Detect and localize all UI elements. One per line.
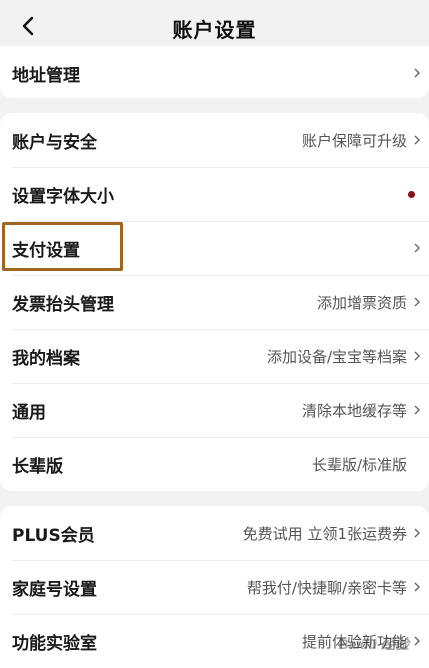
row-value: 长辈版/标准版: [311, 455, 407, 474]
row-font-size[interactable]: 设置字体大小: [0, 167, 429, 221]
row-label: PLUS会员: [12, 525, 95, 546]
row-label: 我的档案: [12, 348, 80, 369]
row-label: 通用: [12, 402, 46, 423]
row-label: 发票抬头管理: [12, 294, 114, 315]
settings-group-main: 账户与安全 账户保障可升级 设置字体大小 支付设置 发票抬头管理 添加增票资质: [0, 113, 429, 491]
row-my-profile[interactable]: 我的档案 添加设备/宝宝等档案: [0, 329, 429, 383]
row-invoice-title[interactable]: 发票抬头管理 添加增票资质: [0, 275, 429, 329]
chevron-right-icon: [413, 242, 421, 254]
settings-group-extra: PLUS会员 免费试用 立领1张运费券 家庭号设置 帮我付/快捷聊/亲密卡等 功…: [0, 506, 429, 668]
row-label: 账户与安全: [12, 132, 97, 153]
page-title: 账户设置: [172, 18, 257, 42]
row-plus-member[interactable]: PLUS会员 免费试用 立领1张运费券: [0, 506, 429, 560]
chevron-right-icon: [413, 134, 421, 146]
row-elder-mode[interactable]: 长辈版 长辈版/标准版: [0, 437, 429, 491]
chevron-right-icon: [413, 296, 421, 308]
row-label: 长辈版: [12, 456, 63, 477]
new-badge-dot: [408, 190, 415, 198]
row-account-security[interactable]: 账户与安全 账户保障可升级: [0, 113, 429, 167]
row-value: 账户保障可升级: [301, 131, 407, 150]
row-general[interactable]: 通用 清除本地缓存等: [0, 383, 429, 437]
row-value: 清除本地缓存等: [301, 401, 407, 420]
row-label: 家庭号设置: [12, 579, 97, 600]
row-label: 地址管理: [12, 65, 80, 86]
row-value: 添加设备/宝宝等档案: [266, 347, 407, 366]
row-value: 提前体验新功能: [301, 632, 407, 651]
chevron-right-icon: [413, 350, 421, 362]
row-family-settings[interactable]: 家庭号设置 帮我付/快捷聊/亲密卡等: [0, 560, 429, 614]
row-feature-lab[interactable]: 功能实验室 提前体验新功能: [0, 614, 429, 668]
row-payment-settings[interactable]: 支付设置: [0, 221, 429, 275]
row-value: 添加增票资质: [316, 293, 407, 312]
chevron-right-icon: [413, 67, 421, 79]
chevron-right-icon: [413, 635, 421, 647]
chevron-right-icon: [413, 581, 421, 593]
row-address-management[interactable]: 地址管理: [0, 46, 429, 100]
chevron-right-icon: [413, 404, 421, 416]
row-value: 免费试用 立领1张运费券: [242, 524, 407, 543]
account-settings-screen: 账户设置 地址管理 账户与安全 账户保障可升级 设置字体大小 支付设置 发票抬头…: [0, 0, 429, 668]
row-label: 支付设置: [12, 240, 80, 261]
row-label: 设置字体大小: [12, 186, 114, 207]
settings-group-address: 地址管理: [0, 46, 429, 98]
chevron-right-icon: [413, 527, 421, 539]
row-value: 帮我付/快捷聊/亲密卡等: [246, 578, 407, 597]
row-label: 功能实验室: [12, 633, 97, 654]
